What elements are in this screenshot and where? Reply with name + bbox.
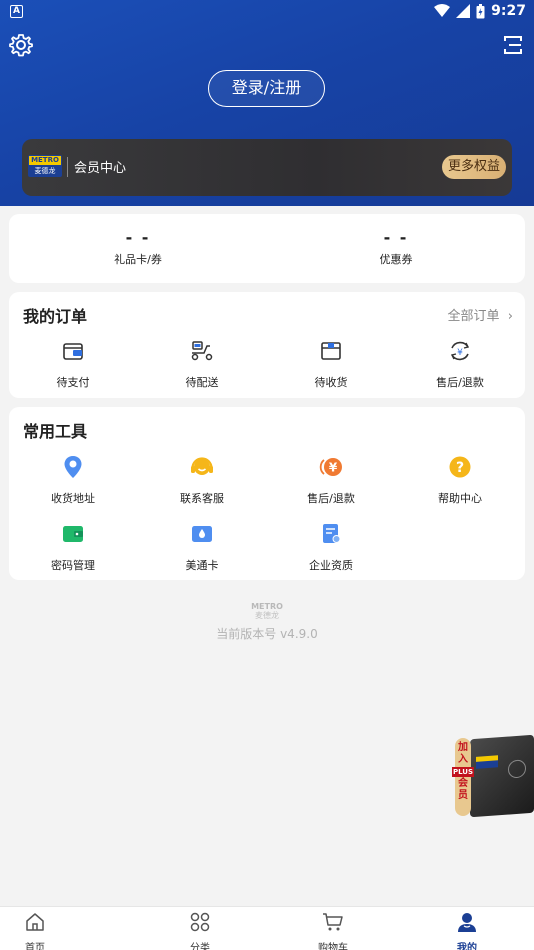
balance-card: - - 礼品卡/券 - - 优惠券: [9, 214, 525, 283]
common-tools-card: 常用工具 收货地址 联系客服 ¥ 售后/退款 ? 帮助中心 密码管理 美通卡 企…: [9, 407, 525, 580]
wallet-icon: [63, 343, 83, 360]
order-pending-delivery[interactable]: 待配送: [147, 338, 257, 390]
metro-logo: METRO 麦德龙: [28, 155, 62, 177]
all-orders-link[interactable]: 全部订单 ›: [448, 305, 514, 324]
tool-after-sales[interactable]: ¥ 售后/退款: [276, 454, 386, 506]
yuan-icon: ¥: [319, 458, 342, 476]
nav-cart[interactable]: 购物车: [293, 911, 373, 950]
all-orders-label: 全部订单: [447, 309, 500, 324]
gift-card-balance[interactable]: - - 礼品卡/券: [88, 228, 188, 267]
gear-icon[interactable]: [8, 32, 34, 58]
tool-enterprise-qualification[interactable]: 企业资质: [276, 521, 386, 573]
coupon-value: - -: [383, 228, 409, 247]
divider: [67, 157, 68, 177]
tool-customer-service[interactable]: 联系客服: [147, 454, 257, 506]
nav-category[interactable]: 分类: [160, 911, 240, 950]
certificate-icon: [323, 524, 341, 543]
scooter-icon: [191, 341, 213, 361]
order-pending-payment[interactable]: 待支付: [18, 338, 128, 390]
nav-profile[interactable]: 我的: [427, 911, 507, 950]
login-register-button[interactable]: 登录/注册: [208, 70, 325, 107]
svg-text:?: ?: [456, 460, 464, 476]
coupon-label: 优惠券: [379, 253, 413, 266]
plus-member-card-image: [470, 734, 534, 818]
more-benefits-button[interactable]: 更多权益: [441, 155, 506, 179]
order-after-sales[interactable]: ¥ 售后/退款: [405, 338, 515, 390]
tool-password-management[interactable]: 密码管理: [18, 521, 128, 573]
scan-icon[interactable]: [500, 32, 526, 58]
join-plus-tag: 加 入 PLUS 会 员: [452, 738, 474, 816]
cart-icon: [323, 913, 343, 931]
nav-home[interactable]: 首页: [0, 911, 75, 950]
notification-app-icon: A: [10, 5, 23, 18]
signal-icon: [456, 4, 471, 18]
my-orders-card: 我的订单 全部订单 › 待支付 待配送 待收货 ¥ 售后/退款: [9, 292, 525, 398]
version-text: 当前版本号 v4.9.0: [216, 627, 318, 641]
location-icon: [64, 456, 82, 478]
footer-metro-logo-cn: 麦德龙: [255, 611, 279, 620]
bottom-navigation: 首页 分类 购物车 我的: [0, 906, 534, 950]
wifi-icon: [434, 4, 451, 17]
battery-icon: [476, 3, 485, 18]
member-center-title: 会员中心: [74, 161, 127, 176]
package-icon: [321, 342, 341, 360]
coupon-balance[interactable]: - - 优惠券: [346, 228, 446, 267]
profile-icon: [458, 913, 476, 932]
gift-card-value: - -: [125, 228, 151, 247]
headset-icon: [191, 457, 213, 475]
clock: 9:27: [491, 3, 526, 19]
category-icon: [190, 912, 210, 932]
orders-title: 我的订单: [23, 307, 88, 326]
refund-icon: ¥: [450, 341, 470, 361]
help-icon: ?: [449, 456, 471, 478]
gift-card-label: 礼品卡/券: [114, 253, 162, 266]
chevron-right-icon: ›: [503, 309, 513, 324]
app-version-info: METRO 麦德龙 当前版本号 v4.9.0: [0, 602, 534, 642]
password-wallet-icon: [63, 526, 83, 542]
tools-title: 常用工具: [23, 422, 88, 441]
tool-shipping-address[interactable]: 收货地址: [18, 454, 128, 506]
status-bar: A 9:27: [0, 0, 534, 24]
profile-header: A 9:27 登录/注册 METRO 麦德龙 会员中心 更多权益: [0, 0, 534, 206]
svg-text:¥: ¥: [457, 348, 463, 358]
tool-help-center[interactable]: ? 帮助中心: [405, 454, 515, 506]
card-icon: [192, 526, 212, 542]
svg-text:¥: ¥: [329, 461, 338, 475]
join-plus-membership-badge[interactable]: 加 入 PLUS 会 员: [452, 734, 534, 818]
tool-metro-card[interactable]: 美通卡: [147, 521, 257, 573]
home-icon: [26, 913, 44, 931]
order-pending-receipt[interactable]: 待收货: [276, 338, 386, 390]
footer-metro-logo: METRO: [251, 602, 283, 611]
member-center-banner[interactable]: METRO 麦德龙 会员中心 更多权益: [22, 139, 512, 196]
